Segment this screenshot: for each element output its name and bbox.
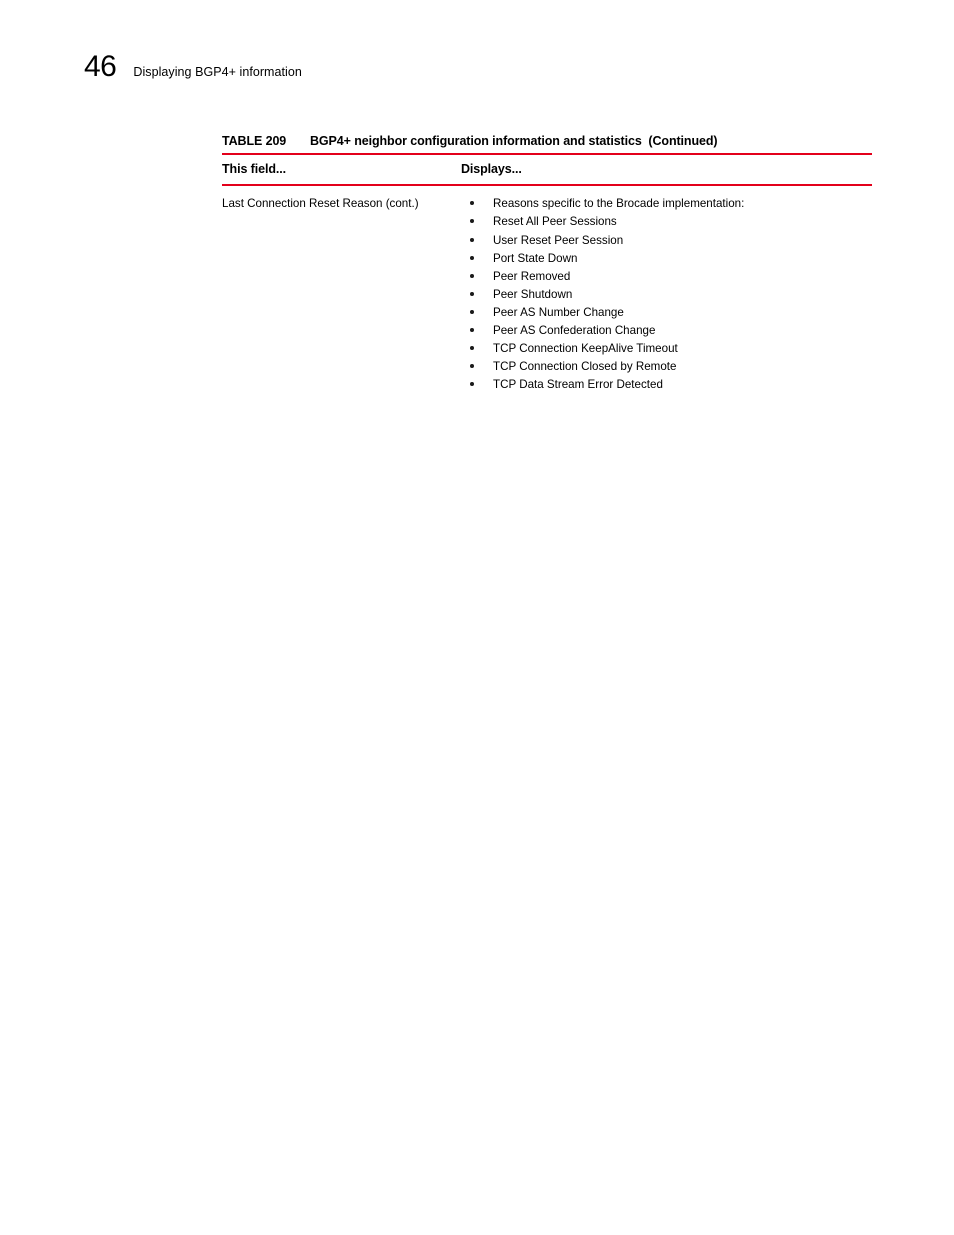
table-row: Last Connection Reset Reason (cont.) Rea… (222, 186, 872, 394)
list-item: Peer Shutdown (461, 286, 872, 304)
list-item-label: TCP Data Stream Error Detected (493, 378, 663, 392)
bullet-icon (470, 201, 474, 206)
list-item: Port State Down (461, 250, 872, 268)
list-item-label: TCP Connection KeepAlive Timeout (493, 342, 678, 356)
table-caption-title: BGP4+ neighbor configuration information… (310, 134, 718, 148)
cell-field-name: Last Connection Reset Reason (cont.) (222, 197, 419, 211)
list-item: Peer AS Confederation Change (461, 322, 872, 340)
bullet-icon (470, 309, 474, 314)
list-item: Peer Removed (461, 268, 872, 286)
bullet-icon (470, 291, 474, 296)
running-head: 46 Displaying BGP4+ information (84, 52, 302, 82)
list-item-label: Reasons specific to the Brocade implemen… (493, 197, 745, 211)
list-item: Reset All Peer Sessions (461, 213, 872, 231)
bullet-icon (470, 328, 474, 333)
bullet-icon (470, 346, 474, 351)
list-item-label: Peer AS Number Change (493, 305, 624, 319)
column-header-this-field: This field... (222, 162, 286, 176)
list-item: Reasons specific to the Brocade implemen… (461, 195, 872, 213)
table-header-row: This field... Displays... (222, 155, 872, 184)
table-209: TABLE 209 BGP4+ neighbor configuration i… (222, 134, 872, 394)
page-number: 46 (84, 50, 117, 83)
list-item-label: User Reset Peer Session (493, 233, 624, 247)
list-item-label: Port State Down (493, 251, 578, 265)
bullet-icon (470, 219, 474, 224)
list-item-label: Peer AS Confederation Change (493, 324, 656, 338)
bullet-icon (470, 382, 474, 387)
list-item-label: Reset All Peer Sessions (493, 215, 617, 229)
table-caption: TABLE 209 BGP4+ neighbor configuration i… (222, 134, 872, 153)
bullet-icon (470, 273, 474, 278)
bullet-icon (470, 237, 474, 242)
list-item-label: TCP Connection Closed by Remote (493, 360, 677, 374)
cell-displays: Reasons specific to the Brocade implemen… (461, 195, 872, 394)
list-item-label: Peer Shutdown (493, 287, 573, 301)
list-item: TCP Connection KeepAlive Timeout (461, 340, 872, 358)
list-item: Peer AS Number Change (461, 304, 872, 322)
bullet-icon (470, 255, 474, 260)
table-caption-label: TABLE 209 (222, 134, 287, 148)
list-item: User Reset Peer Session (461, 232, 872, 250)
list-item-label: Peer Removed (493, 269, 571, 283)
bullet-icon (470, 364, 474, 369)
running-head-title: Displaying BGP4+ information (133, 65, 302, 79)
list-item: TCP Connection Closed by Remote (461, 358, 872, 376)
list-item: TCP Data Stream Error Detected (461, 376, 872, 394)
column-header-displays: Displays... (461, 162, 522, 176)
displays-bullet-list: Reasons specific to the Brocade implemen… (461, 195, 872, 394)
